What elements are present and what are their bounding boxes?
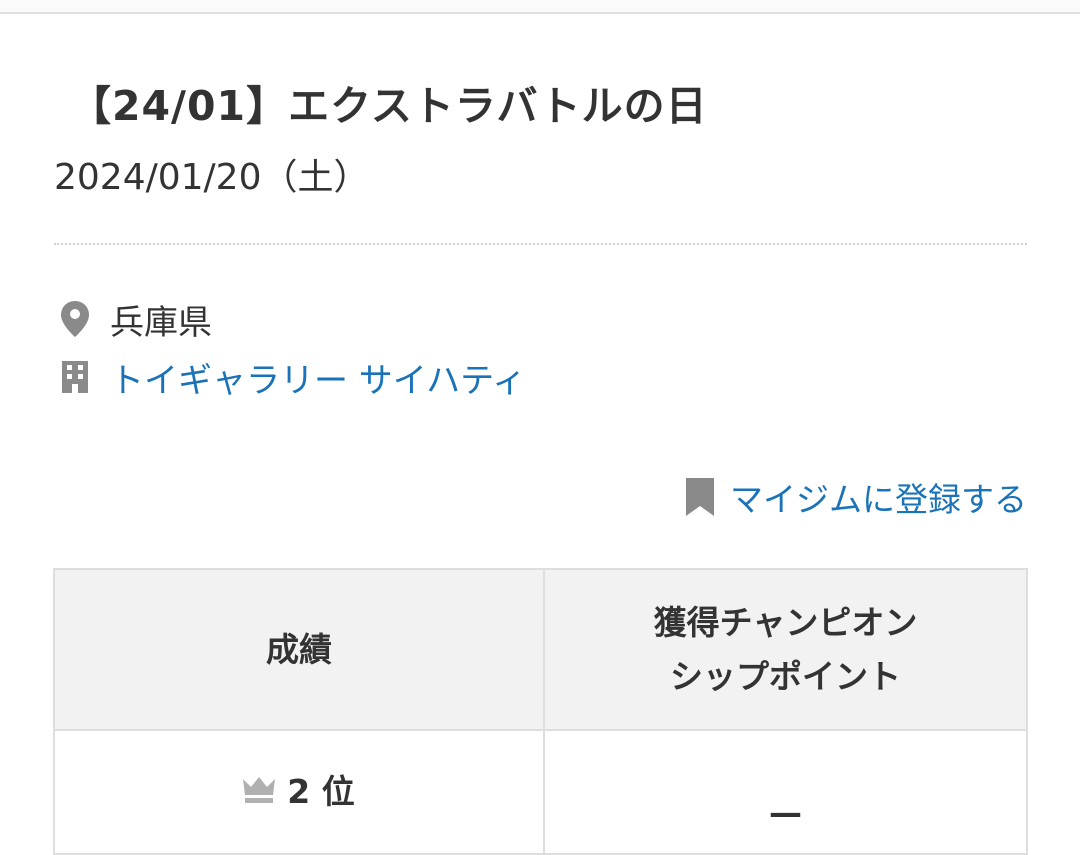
event-date: 2024/01/20（土） bbox=[54, 157, 370, 198]
rank-cell: 2 位 bbox=[53, 729, 545, 855]
points-header-line2: シップポイント bbox=[670, 656, 901, 696]
points-value: — bbox=[769, 792, 802, 832]
result-column-header: 成績 bbox=[53, 568, 545, 731]
points-header-line1: 獲得チャンピオン bbox=[653, 602, 918, 642]
building-icon bbox=[58, 357, 92, 397]
map-pin-icon bbox=[58, 299, 92, 339]
register-mygym-button[interactable]: マイジムに登録する bbox=[686, 473, 1027, 521]
bookmark-icon bbox=[686, 477, 716, 517]
results-header-row: 成績 獲得チャンピオン シップポイント bbox=[53, 568, 1028, 731]
table-row: 2 位 — bbox=[53, 729, 1028, 855]
venue-link[interactable]: トイギャラリー サイハティ bbox=[110, 353, 526, 402]
dotted-divider bbox=[54, 243, 1027, 245]
result-header-label: 成績 bbox=[266, 629, 332, 669]
event-title: 【24/01】エクストラバトルの日 bbox=[70, 82, 708, 130]
prefecture-label: 兵庫県 bbox=[110, 302, 212, 343]
points-cell: — bbox=[543, 729, 1028, 855]
prefecture-row: 兵庫県 bbox=[58, 299, 212, 343]
rank-value: 2 位 bbox=[243, 765, 355, 813]
rank-label: 2 位 bbox=[287, 771, 355, 811]
points-column-header: 獲得チャンピオン シップポイント bbox=[543, 568, 1028, 731]
register-mygym-label[interactable]: マイジムに登録する bbox=[730, 473, 1027, 521]
results-table: 成績 獲得チャンピオン シップポイント 2 位 — bbox=[53, 568, 1028, 855]
top-divider bbox=[0, 0, 1080, 14]
crown-icon bbox=[243, 774, 277, 804]
venue-row[interactable]: トイギャラリー サイハティ bbox=[58, 357, 526, 401]
